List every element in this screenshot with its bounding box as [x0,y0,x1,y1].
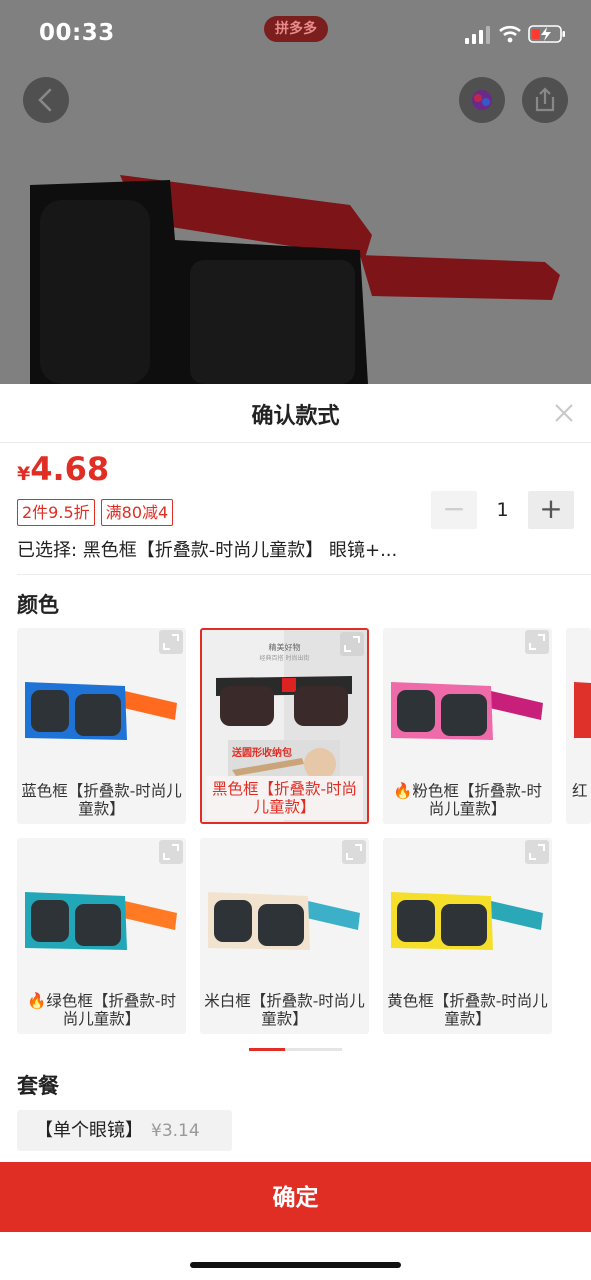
color-option-green[interactable]: 🔥绿色框【折叠款-时尚儿童款】 [17,838,186,1034]
package-option-price: ¥3.14 [151,1121,200,1141]
color-option-label: 米白框【折叠款-时尚儿童款】 [204,988,365,1032]
quantity-value[interactable]: 1 [477,491,528,529]
color-option-black[interactable]: 精美好物 经典百搭 时尚出街 送圆形收纳包 黑色框【折叠款-时尚儿童款】 [200,628,369,824]
sheet-title: 确认款式 [251,404,340,429]
increase-button[interactable]: + [528,491,574,529]
promo-tag: 满80减4 [100,499,174,526]
color-option-label-text: 绿色框【折叠款-时尚儿童款】 [46,992,176,1028]
wifi-icon [499,25,521,43]
fire-icon: 🔥 [393,782,413,800]
close-icon[interactable] [553,402,575,424]
promo-tag: 2件9.5折 [17,499,95,526]
chat-icon [472,90,492,110]
expand-icon[interactable] [159,840,183,864]
share-button[interactable] [522,77,568,123]
color-option-pink[interactable]: 🔥粉色框【折叠款-时尚儿童款】 [383,628,552,824]
sku-selector-screen: 00:33 拼多多 确认款式 ¥4.68 2件9.5折 满80减4 − 1 + … [0,0,591,1280]
color-option-red[interactable]: 红 [566,628,591,824]
color-option-yellow[interactable]: 黄色框【折叠款-时尚儿童款】 [383,838,552,1034]
expand-icon[interactable] [525,840,549,864]
color-option-label: 🔥绿色框【折叠款-时尚儿童款】 [21,988,182,1032]
color-option-label-text: 粉色框【折叠款-时尚儿童款】 [412,782,542,818]
package-option[interactable]: 【单个眼镜】 ¥3.14 [17,1110,232,1151]
promo-image-caption: 送圆形收纳包 [232,748,292,759]
color-option-beige[interactable]: 米白框【折叠款-时尚儿童款】 [200,838,369,1034]
color-option-blue[interactable]: 蓝色框【折叠款-时尚儿童款】 [17,628,186,824]
divider [17,574,591,575]
color-option-label: 红 [566,778,591,822]
selected-summary: 已选择: 黑色框【折叠款-时尚儿童款】 眼镜+... [17,540,398,561]
home-indicator[interactable] [190,1262,401,1268]
expand-icon[interactable] [340,632,364,656]
confirm-button[interactable]: 确定 [0,1162,591,1232]
cellular-signal-icon [465,26,490,44]
expand-icon[interactable] [525,630,549,654]
share-icon [535,87,555,112]
back-button[interactable] [23,77,69,123]
sku-sheet: 确认款式 ¥4.68 2件9.5折 满80减4 − 1 + 已选择: 黑色框【折… [0,384,591,1280]
color-option-label: 蓝色框【折叠款-时尚儿童款】 [21,778,182,822]
chat-button[interactable] [459,77,505,123]
promo-tags: 2件9.5折 满80减4 [17,499,174,526]
expand-icon[interactable] [342,840,366,864]
carousel-scrollbar[interactable] [249,1048,342,1051]
divider [0,442,591,443]
package-option-name: 【单个眼镜】 [35,1120,143,1141]
status-bar: 00:33 拼多多 [0,0,591,70]
app-badge: 拼多多 [264,16,328,42]
price: ¥4.68 [17,450,109,488]
back-arrow-icon [38,88,52,112]
color-option-label: 黄色框【折叠款-时尚儿童款】 [387,988,548,1032]
price-currency: ¥ [17,463,31,485]
color-section-title: 颜色 [17,593,59,617]
battery-charging-icon [528,25,565,43]
status-time: 00:33 [39,20,115,46]
color-option-label: 🔥粉色框【折叠款-时尚儿童款】 [387,778,548,822]
fire-icon: 🔥 [27,992,47,1010]
carousel-scroll-thumb[interactable] [249,1048,285,1051]
price-value: 4.68 [30,450,110,488]
quantity-stepper: − 1 + [431,491,574,529]
package-section-title: 套餐 [17,1074,59,1098]
decrease-button[interactable]: − [431,491,477,529]
color-option-label: 黑色框【折叠款-时尚儿童款】 [206,776,363,820]
expand-icon[interactable] [159,630,183,654]
